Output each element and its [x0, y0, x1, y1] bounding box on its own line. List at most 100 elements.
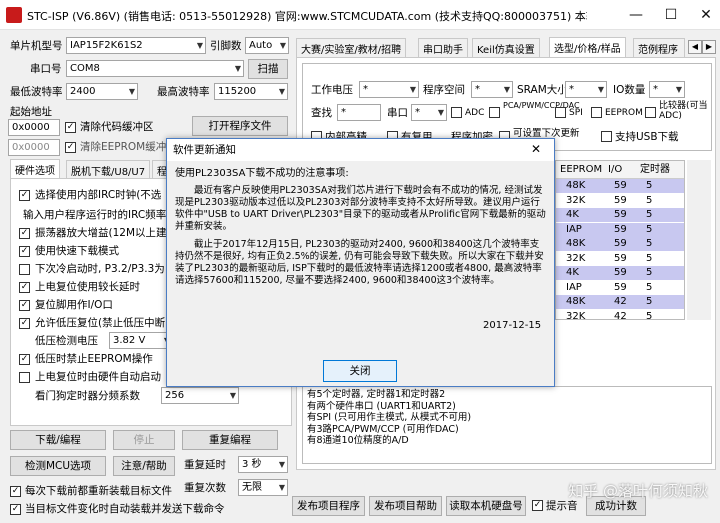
table-row[interactable]: 4K 59 5: [556, 208, 684, 222]
table-cell: 48K: [566, 180, 586, 191]
uart-select[interactable]: * ▼: [411, 104, 447, 121]
repeat-count-select[interactable]: 无限 ▼: [238, 479, 288, 496]
table-row[interactable]: 32K 59 5: [556, 252, 684, 266]
tab-serial-assistant[interactable]: 串口助手: [418, 38, 468, 57]
repeat-count-label: 重复次数: [184, 482, 226, 494]
mcu-type-value: IAP15F2K61S2: [70, 40, 143, 51]
tab-keil-settings[interactable]: Keil仿真设置: [472, 38, 540, 57]
hw-option-checkbox[interactable]: ✓: [19, 354, 30, 365]
dialog-paragraph: 截止于2017年12月15日, PL2303的驱动对2400, 9600和384…: [175, 239, 544, 286]
min-baud-select[interactable]: 2400 ▼: [66, 83, 138, 100]
io-label: IO数量: [613, 84, 646, 96]
table-cell: 59: [614, 267, 627, 278]
hw-option-checkbox[interactable]: ✓: [19, 282, 30, 293]
watermark: 知乎 @落叶何须知秋: [568, 482, 708, 500]
io-value: *: [653, 84, 658, 95]
voltage-select[interactable]: * ▼: [359, 81, 419, 98]
stop-button[interactable]: 停止: [113, 430, 175, 450]
help-button[interactable]: 注意/帮助: [113, 456, 175, 476]
hw-option-checkbox[interactable]: ✓: [19, 190, 30, 201]
table-row[interactable]: 32K 59 5: [556, 194, 684, 208]
tab-scroll-right-icon[interactable]: ▶: [702, 40, 716, 54]
table-row[interactable]: IAP 59 5: [556, 281, 684, 295]
detect-mcu-button[interactable]: 检测MCU选项: [10, 456, 106, 476]
dialog-paragraph: 最近有客户反映使用PL2303SA对我们芯片进行下载时会有不成功的情况, 经测试…: [175, 185, 546, 232]
table-scrollbar[interactable]: [687, 160, 711, 320]
table-row[interactable]: 32K 42 5: [556, 310, 684, 320]
watchdog-select[interactable]: 256 ▼: [161, 387, 239, 404]
tab-hardware-options[interactable]: 硬件选项: [10, 159, 60, 178]
hw-option-checkbox[interactable]: ✓: [19, 246, 30, 257]
hw-option-checkbox[interactable]: ✓: [19, 300, 30, 311]
usb-download-checkbox[interactable]: [601, 131, 612, 142]
results-table: EEPROM I/O 定时器 48K 59 5 32K 59 5 4K 59 5 IAP 59 5 48K 5…: [555, 160, 685, 320]
io-select[interactable]: * ▼: [649, 81, 685, 98]
port-select[interactable]: COM8 ▼: [66, 60, 244, 77]
table-cell: 32K: [566, 194, 586, 206]
reprogram-button[interactable]: 重复编程: [182, 430, 278, 450]
hw-option-label: 看门狗定时器分频系数: [35, 390, 140, 402]
usb-download-label: 支持USB下载: [615, 131, 679, 143]
close-icon[interactable]: ✕: [531, 142, 541, 156]
read-disk-id-button[interactable]: 读取本机硬盘号: [446, 496, 526, 516]
app-icon: [6, 7, 22, 23]
hw-option-checkbox[interactable]: ✓: [19, 228, 30, 239]
beep-checkbox[interactable]: ✓: [532, 500, 543, 511]
maximize-button[interactable]: ☐: [660, 4, 682, 26]
table-cell: 59: [614, 223, 627, 235]
pca-checkbox[interactable]: [489, 107, 500, 118]
table-row[interactable]: IAP 59 5: [556, 222, 684, 237]
spi-checkbox[interactable]: [555, 107, 566, 118]
pins-select[interactable]: Auto ▼: [245, 37, 289, 54]
table-cell: 5: [646, 281, 653, 293]
tab-scroll-left-icon[interactable]: ◀: [688, 40, 702, 54]
table-row[interactable]: 4K 59 5: [556, 266, 684, 280]
dialog-close-button[interactable]: 关闭: [323, 360, 397, 382]
clear-code-buffer-checkbox[interactable]: ✓: [65, 122, 76, 133]
tab-offline-download[interactable]: 脱机下载/U8/U7: [66, 160, 151, 179]
clear-eeprom-buffer-checkbox[interactable]: ✓: [65, 142, 76, 153]
mcu-type-select[interactable]: IAP15F2K61S2 ▼: [66, 37, 206, 54]
sram-label: SRAM大小: [517, 84, 568, 96]
search-input[interactable]: *: [337, 104, 381, 121]
flash-select[interactable]: * ▼: [471, 81, 513, 98]
publish-program-button[interactable]: 发布项目程序: [292, 496, 365, 516]
auto-send-checkbox[interactable]: ✓: [10, 504, 21, 515]
download-button[interactable]: 下载/编程: [10, 430, 106, 450]
chevron-down-icon: ▼: [278, 483, 285, 492]
table-row[interactable]: 48K 59 5: [556, 179, 684, 193]
search-label: 查找: [311, 107, 332, 119]
low-voltage-select[interactable]: 3.82 V▼: [109, 332, 173, 349]
hw-option-label: 振荡器放大增益(12M以上建: [35, 227, 167, 239]
tab-contest[interactable]: 大赛/实验室/教材/招聘: [296, 38, 407, 57]
adc-checkbox[interactable]: [451, 107, 462, 118]
scan-button[interactable]: 扫描: [248, 59, 288, 79]
table-header-cell: I/O: [608, 164, 623, 175]
open-program-file-button[interactable]: 打开程序文件: [192, 116, 288, 136]
repeat-delay-select[interactable]: 3 秒 ▼: [238, 456, 288, 473]
publish-help-button[interactable]: 发布项目帮助: [369, 496, 442, 516]
eeprom-label: EEPROM: [605, 108, 643, 118]
sram-select[interactable]: * ▼: [565, 81, 607, 98]
hw-option-label: 上电复位使用较长延时: [35, 281, 140, 293]
hw-option-checkbox[interactable]: [19, 372, 30, 383]
minimize-button[interactable]: —: [625, 4, 647, 26]
hw-option-label: 输入用户程序运行时的IRC频率: [23, 209, 167, 221]
table-row[interactable]: 48K 42 5: [556, 295, 684, 309]
hw-option-checkbox[interactable]: ✓: [19, 318, 30, 329]
comparator-checkbox[interactable]: [645, 107, 656, 118]
table-cell: 5: [646, 180, 653, 191]
chevron-down-icon: ▼: [229, 391, 236, 400]
table-row[interactable]: 48K 59 5: [556, 237, 684, 251]
dialog-date: 2017-12-15: [483, 320, 542, 331]
hw-option-checkbox[interactable]: [19, 264, 30, 275]
max-baud-select[interactable]: 115200 ▼: [214, 83, 288, 100]
tab-selection-price[interactable]: 选型/价格/样品: [549, 37, 626, 58]
close-window-button[interactable]: ✕: [695, 4, 717, 26]
reload-before-download-checkbox[interactable]: ✓: [10, 486, 21, 497]
eeprom-checkbox[interactable]: [591, 107, 602, 118]
start-address-input-2[interactable]: 0x0000: [8, 139, 60, 156]
tab-examples[interactable]: 范例程序: [633, 38, 685, 57]
start-address-input-1[interactable]: 0x0000: [8, 119, 60, 136]
uart-value: *: [415, 107, 420, 118]
